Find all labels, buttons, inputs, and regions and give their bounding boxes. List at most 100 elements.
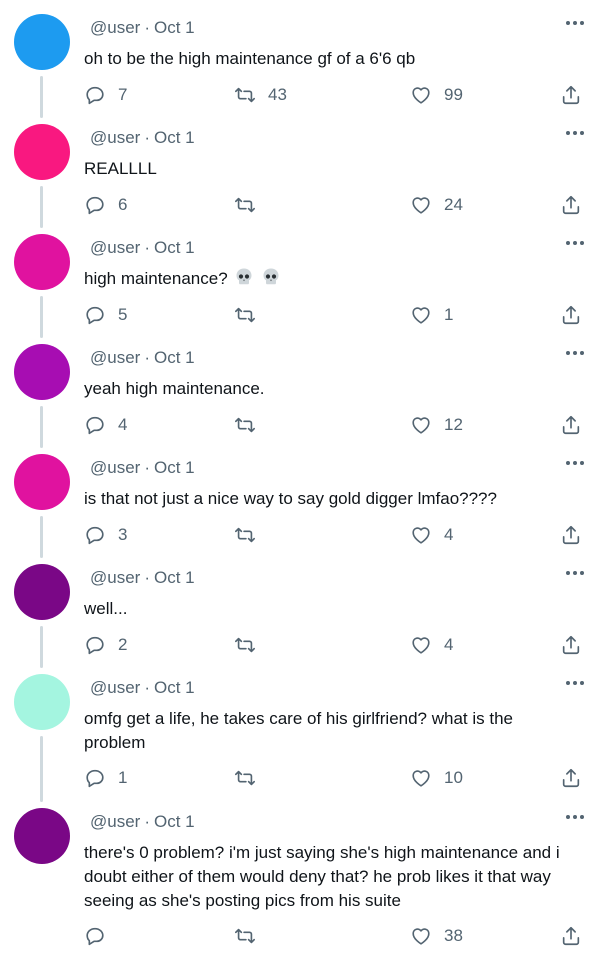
retweet-icon — [235, 87, 255, 103]
like-count: 4 — [444, 525, 454, 544]
tweet[interactable]: @user · Oct 1 oh to be the high maintenanc… — [0, 0, 602, 110]
tweet-date[interactable]: Oct 1 — [154, 812, 195, 831]
like-button[interactable]: 4 — [410, 633, 453, 657]
retweet-icon — [235, 928, 255, 944]
tweet-text: REALLLL — [84, 159, 157, 178]
more-icon[interactable] — [566, 568, 586, 578]
tweet-date[interactable]: Oct 1 — [154, 678, 195, 697]
tweet-header: @user · Oct 1 — [90, 18, 195, 37]
reply-button[interactable]: 5 — [84, 303, 127, 327]
retweet-button[interactable] — [234, 413, 256, 437]
user-handle[interactable]: @user — [90, 812, 140, 831]
reply-count: 4 — [118, 415, 128, 434]
user-handle[interactable]: @user — [90, 128, 140, 147]
reply-button[interactable]: 7 — [84, 83, 127, 107]
tweet-date[interactable]: Oct 1 — [154, 238, 195, 257]
reply-button[interactable]: 3 — [84, 523, 127, 547]
reply-icon — [86, 769, 104, 788]
avatar[interactable] — [14, 808, 70, 864]
retweet-button[interactable] — [234, 633, 256, 657]
tweet-actions: 6 24 — [84, 193, 602, 217]
tweet-text: there's 0 problem? i'm just saying she's… — [84, 843, 560, 910]
tweet-date[interactable]: Oct 1 — [154, 348, 195, 367]
share-button[interactable] — [560, 924, 582, 948]
tweet-text: high maintenance? — [84, 269, 228, 288]
avatar[interactable] — [14, 564, 70, 620]
reply-button[interactable] — [84, 924, 106, 948]
reply-button[interactable]: 4 — [84, 413, 127, 437]
share-button[interactable] — [560, 523, 582, 547]
like-button[interactable]: 4 — [410, 523, 453, 547]
like-button[interactable]: 10 — [410, 766, 463, 790]
retweet-button[interactable]: 43 — [234, 83, 287, 107]
like-button[interactable]: 99 — [410, 83, 463, 107]
more-icon[interactable] — [566, 18, 586, 28]
reply-icon — [86, 636, 104, 655]
reply-button[interactable]: 1 — [84, 766, 127, 790]
reply-button[interactable]: 6 — [84, 193, 127, 217]
reply-count: 1 — [118, 768, 128, 787]
tweet-text: well... — [84, 599, 128, 618]
tweet-header: @user · Oct 1 — [90, 568, 195, 587]
user-handle[interactable]: @user — [90, 238, 140, 257]
retweet-icon — [235, 417, 255, 433]
retweet-button[interactable] — [234, 303, 256, 327]
tweet-text: omfg get a life, he takes care of his gi… — [84, 709, 514, 752]
avatar[interactable] — [14, 124, 70, 180]
tweet-date[interactable]: Oct 1 — [154, 568, 195, 587]
tweet-date[interactable]: Oct 1 — [154, 458, 195, 477]
tweet[interactable]: @user · Oct 1 there's 0 problem? i'm just … — [0, 794, 602, 960]
like-button[interactable]: 12 — [410, 413, 463, 437]
user-handle[interactable]: @user — [90, 458, 140, 477]
avatar[interactable] — [14, 14, 70, 70]
share-button[interactable] — [560, 766, 582, 790]
heart-icon — [412, 527, 430, 544]
avatar[interactable] — [14, 674, 70, 730]
retweet-button[interactable] — [234, 924, 256, 948]
heart-icon — [412, 87, 430, 104]
like-count: 10 — [444, 768, 463, 787]
reply-count: 6 — [118, 195, 128, 214]
user-handle[interactable]: @user — [90, 348, 140, 367]
tweet[interactable]: @user · Oct 1 REALLLL 6 24 — [0, 110, 602, 220]
more-icon[interactable] — [566, 458, 586, 468]
user-handle[interactable]: @user — [90, 18, 140, 37]
avatar[interactable] — [14, 344, 70, 400]
share-button[interactable] — [560, 633, 582, 657]
share-button[interactable] — [560, 413, 582, 437]
like-button[interactable]: 1 — [410, 303, 453, 327]
reply-button[interactable]: 2 — [84, 633, 127, 657]
more-icon[interactable] — [566, 128, 586, 138]
tweet-date[interactable]: Oct 1 — [154, 18, 195, 37]
tweet-text: yeah high maintenance. — [84, 379, 265, 398]
share-button[interactable] — [560, 83, 582, 107]
share-icon — [562, 926, 580, 946]
retweet-button[interactable] — [234, 766, 256, 790]
tweet[interactable]: @user · Oct 1 omfg get a life, he takes ca… — [0, 660, 602, 794]
avatar[interactable] — [14, 454, 70, 510]
retweet-button[interactable] — [234, 523, 256, 547]
tweet[interactable]: @user · Oct 1 high maintenance? 5 1 — [0, 220, 602, 330]
share-icon — [562, 525, 580, 545]
user-handle[interactable]: @user — [90, 568, 140, 587]
user-handle[interactable]: @user — [90, 678, 140, 697]
tweet[interactable]: @user · Oct 1 is that not just a nice way … — [0, 440, 602, 550]
share-icon — [562, 305, 580, 325]
more-icon[interactable] — [566, 238, 586, 248]
heart-icon — [412, 770, 430, 787]
like-count: 4 — [444, 635, 454, 654]
tweet[interactable]: @user · Oct 1 well... 2 4 — [0, 550, 602, 660]
more-icon[interactable] — [566, 678, 586, 688]
retweet-button[interactable] — [234, 193, 256, 217]
more-icon[interactable] — [566, 348, 586, 358]
share-button[interactable] — [560, 303, 582, 327]
like-count: 99 — [444, 85, 463, 104]
tweet[interactable]: @user · Oct 1 yeah high maintenance. 4 12 — [0, 330, 602, 440]
share-button[interactable] — [560, 193, 582, 217]
more-icon[interactable] — [566, 812, 586, 822]
like-button[interactable]: 38 — [410, 924, 463, 948]
tweet-date[interactable]: Oct 1 — [154, 128, 195, 147]
avatar[interactable] — [14, 234, 70, 290]
reply-icon — [86, 196, 104, 215]
like-button[interactable]: 24 — [410, 193, 463, 217]
